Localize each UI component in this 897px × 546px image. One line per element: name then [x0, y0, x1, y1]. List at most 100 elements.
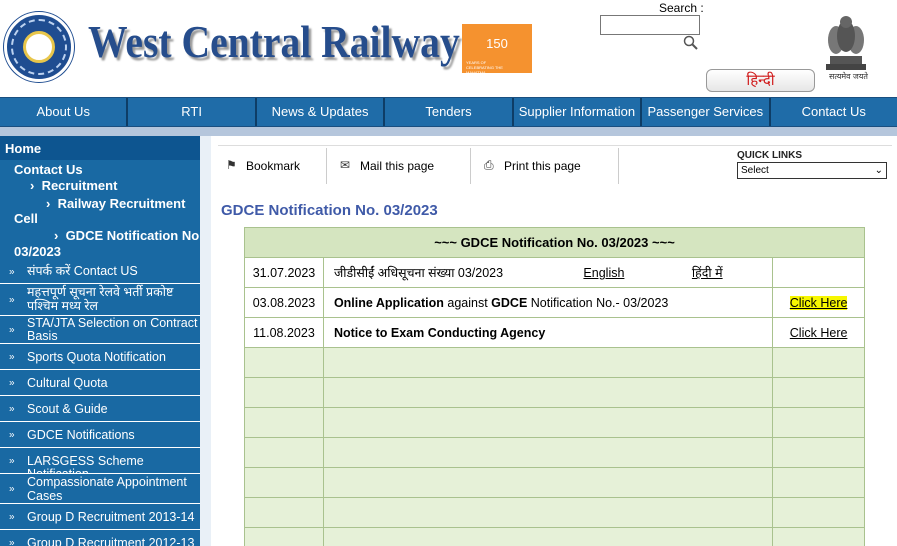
- badge-caption: YEARS OF CELEBRATING THE MAHATMA: [466, 60, 503, 75]
- nav-shadow-band: [0, 127, 897, 136]
- quick-links-selected: Select: [741, 165, 769, 176]
- empty-cell: [244, 347, 324, 378]
- bookmark-icon: ⚑: [226, 158, 237, 172]
- bullet-icon: »: [9, 511, 15, 522]
- hindi-language-button[interactable]: हिन्दी: [706, 69, 815, 92]
- table-row-empty: [244, 347, 865, 378]
- page-title: GDCE Notification No. 03/2023: [221, 202, 438, 219]
- page: West Central Railway 150 YEARS OF CELEBR…: [0, 0, 897, 546]
- nav-news-updates[interactable]: News & Updates: [256, 98, 386, 126]
- notification-table: ~~~ GDCE Notification No. 03/2023 ~~~ 31…: [244, 227, 865, 546]
- table-row-empty: [244, 437, 865, 468]
- empty-cell: [244, 437, 324, 468]
- table-header-row: ~~~ GDCE Notification No. 03/2023 ~~~: [244, 227, 865, 258]
- click-here-link[interactable]: Click Here: [790, 326, 848, 340]
- table-row-empty: [244, 377, 865, 408]
- bullet-icon: »: [9, 377, 15, 388]
- bullet-icon: »: [9, 537, 15, 546]
- row-desc-text: against: [443, 295, 492, 310]
- sidebar-item-compassionate[interactable]: » Compassionate Appointment Cases: [0, 474, 200, 504]
- print-page-link[interactable]: ⎙ Print this page: [484, 158, 581, 173]
- bullet-icon: »: [9, 351, 15, 362]
- site-title[interactable]: West Central Railway: [88, 16, 460, 68]
- nav-passenger-services[interactable]: Passenger Services: [642, 98, 771, 126]
- sidebar-tree-gdce-label-cont[interactable]: 03/2023: [14, 244, 61, 259]
- click-here-link[interactable]: Click Here: [789, 295, 848, 310]
- empty-cell: [772, 407, 865, 438]
- sidebar-home[interactable]: Home: [0, 136, 200, 160]
- mail-page-link[interactable]: ✉ Mail this page: [340, 158, 434, 173]
- sidebar-tree-recruitment[interactable]: › Recruitment: [30, 178, 117, 193]
- row-description: जीडीसीईं अधिसूचना संख्या 03/2023 English…: [322, 257, 774, 288]
- row-link-cell: [772, 257, 865, 288]
- sidebar-tree-contact-us[interactable]: Contact Us: [14, 162, 83, 177]
- english-link[interactable]: English: [583, 266, 688, 280]
- bullet-icon: »: [9, 455, 15, 466]
- empty-cell: [322, 527, 774, 546]
- sidebar-item-sta-jta[interactable]: » STA/JTA Selection on Contract Basis: [0, 316, 200, 344]
- table-row-empty: [244, 467, 865, 498]
- bookmark-link[interactable]: ⚑ Bookmark: [226, 158, 300, 173]
- empty-cell: [244, 527, 324, 546]
- main-nav: About Us RTI News & Updates Tenders Supp…: [0, 97, 897, 127]
- sidebar-item-group-d-2013[interactable]: » Group D Recruitment 2013-14: [0, 504, 200, 530]
- sidebar-item-contact-hindi[interactable]: » संपर्क करें Contact US: [0, 260, 200, 284]
- sidebar-tree-railway-recruitment-cell[interactable]: › Railway Recruitment: [46, 196, 185, 211]
- badge-number: 150: [486, 36, 508, 51]
- row-link-cell: Click Here: [772, 287, 865, 318]
- emblem-caption: सत्यमेव जयते: [829, 72, 868, 81]
- table-row-empty: [244, 497, 865, 528]
- empty-cell: [244, 407, 324, 438]
- nav-rti[interactable]: RTI: [128, 98, 257, 126]
- chevron-right-icon: ›: [46, 196, 58, 211]
- nav-contact-us[interactable]: Contact Us: [770, 98, 897, 126]
- indian-railways-logo[interactable]: [4, 12, 74, 82]
- sidebar-item-sports-quota[interactable]: » Sports Quota Notification: [0, 344, 200, 370]
- sidebar-tree-gdce-notification[interactable]: › GDCE Notification No.: [54, 228, 203, 243]
- printer-icon: ⎙: [484, 158, 494, 172]
- sidebar: Home Contact Us › Recruitment › Railway …: [0, 136, 203, 546]
- chevron-right-icon: ›: [30, 178, 42, 193]
- logo-wheel-icon: [23, 31, 55, 63]
- nav-supplier-information[interactable]: Supplier Information: [513, 98, 643, 126]
- sidebar-item-label: Scout & Guide: [27, 402, 108, 416]
- sidebar-item-larsgess[interactable]: » LARSGESS Scheme Notification: [0, 448, 200, 481]
- empty-cell: [772, 377, 865, 408]
- row-desc-bold: Online Application: [333, 295, 444, 310]
- row-date: 11.08.2023: [244, 317, 324, 348]
- sidebar-item-important-notice[interactable]: » महत्तपूर्ण सूचना रेलवे भर्ती प्रकोष्ट …: [0, 284, 200, 316]
- table-row: 03.08.2023 Online Application against GD…: [244, 287, 865, 318]
- bullet-icon: »: [9, 294, 15, 305]
- empty-cell: [322, 497, 774, 528]
- chevron-right-icon: ›: [54, 228, 66, 243]
- quick-links-select[interactable]: Select ⌄: [737, 162, 887, 179]
- sidebar-item-label: महत्तपूर्ण सूचना रेलवे भर्ती प्रकोष्ट: [27, 285, 174, 299]
- bullet-icon: »: [9, 429, 15, 440]
- gandhi-150-badge[interactable]: 150 YEARS OF CELEBRATING THE MAHATMA: [462, 24, 532, 75]
- sidebar-item-label-cont: पश्चिम मध्य रेल: [27, 299, 99, 313]
- sidebar-item-label: Group D Recruitment 2012-13: [27, 536, 195, 546]
- nav-tenders[interactable]: Tenders: [385, 98, 514, 126]
- nav-about-us[interactable]: About Us: [0, 98, 129, 126]
- empty-cell: [322, 377, 774, 408]
- sidebar-item-group-d-2012[interactable]: » Group D Recruitment 2012-13: [0, 530, 200, 546]
- sidebar-item-label: संपर्क करें Contact US: [27, 264, 138, 278]
- sidebar-tree-recruitment-label: Recruitment: [41, 178, 118, 193]
- empty-cell: [244, 467, 324, 498]
- row-desc-bold: GDCE: [491, 295, 528, 310]
- sidebar-item-cultural-quota[interactable]: » Cultural Quota: [0, 370, 200, 396]
- empty-cell: [772, 497, 865, 528]
- hindi-link[interactable]: हिंदी में: [692, 266, 723, 280]
- empty-cell: [244, 497, 324, 528]
- row-description: Notice to Exam Conducting Agency: [322, 317, 774, 348]
- table-row: 31.07.2023 जीडीसीईं अधिसूचना संख्या 03/2…: [244, 257, 865, 288]
- sidebar-tree-gdce-label: GDCE Notification No.: [65, 228, 203, 243]
- row-desc-text: Notification No.- 03/2023: [527, 295, 669, 310]
- search-icon[interactable]: [683, 35, 699, 51]
- sidebar-tree-rrc-label-cont[interactable]: Cell: [14, 211, 38, 226]
- sidebar-item-scout-guide[interactable]: » Scout & Guide: [0, 396, 200, 422]
- sidebar-item-label: Cultural Quota: [27, 376, 108, 390]
- bullet-icon: »: [9, 483, 15, 494]
- search-input[interactable]: [600, 15, 700, 35]
- sidebar-item-gdce-notifications[interactable]: » GDCE Notifications: [0, 422, 200, 448]
